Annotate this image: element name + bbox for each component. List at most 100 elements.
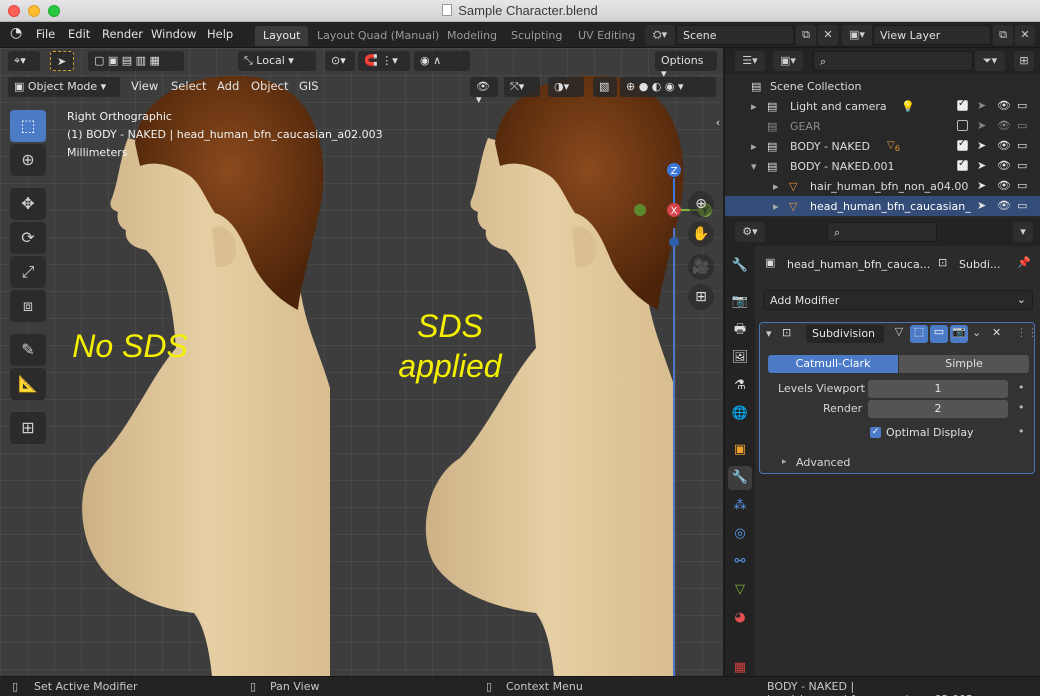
viewport-display-icon[interactable]: ▭	[930, 325, 948, 343]
tab-uv-editing[interactable]: UV Editing	[570, 26, 643, 46]
scene-tab-icon[interactable]: ⚗	[728, 374, 752, 398]
proportional-edit-icon[interactable]: ◉ ∧	[414, 51, 470, 71]
outliner-row-selected[interactable]: ▸ ▽ head_human_bfn_caucasian_ ➤ 👁 ▭	[725, 196, 1040, 216]
add-cube-tool[interactable]: ⊞	[10, 412, 46, 444]
eye-icon[interactable]: 👁	[997, 139, 1011, 152]
eye-icon[interactable]: 👁	[997, 179, 1011, 192]
tab-modeling[interactable]: Modeling	[439, 26, 505, 46]
cursor-tool[interactable]: ⊕	[10, 144, 46, 176]
menu-select[interactable]: Select	[171, 79, 206, 93]
modifier-tab-icon[interactable]: 🔧	[728, 466, 752, 490]
display-mode-icon[interactable]: ▣▾	[773, 51, 803, 71]
tab-layout-quad[interactable]: Layout Quad (Manual)	[309, 26, 447, 46]
render-levels-field[interactable]: 2	[868, 400, 1008, 418]
visibility-icon[interactable]: 👁▾	[470, 77, 498, 106]
filter-icon[interactable]: ⏷▾	[975, 51, 1005, 71]
simple-option[interactable]: Simple	[899, 355, 1029, 373]
tool-tab-icon[interactable]: 🔧	[728, 254, 752, 278]
tab-layout[interactable]: Layout	[255, 26, 309, 46]
constraints-tab-icon[interactable]: ⚯	[728, 550, 752, 574]
menu-view[interactable]: View	[131, 79, 158, 93]
expand-arrow-icon[interactable]: ▸	[782, 457, 787, 467]
menu-edit[interactable]: Edit	[68, 27, 90, 41]
select-tool-icon[interactable]: ➤	[50, 51, 74, 71]
view-layer-tab-icon[interactable]: 🖼	[728, 346, 752, 370]
outliner-search-input[interactable]: ⌕	[813, 51, 973, 71]
menu-gis[interactable]: GIS	[299, 79, 319, 93]
move-tool[interactable]: ✥	[10, 188, 46, 220]
camera-view-icon[interactable]: 🎥	[688, 254, 714, 280]
add-modifier-dropdown[interactable]: Add Modifier ⌄	[763, 290, 1033, 310]
scene-selector-icon[interactable]: ⛭▾	[645, 25, 675, 45]
edit-mode-icon[interactable]: ⬚	[910, 325, 928, 343]
edit-mode-cage-icon[interactable]: ▽	[890, 325, 908, 343]
render-monitor-icon[interactable]: ▭	[1017, 99, 1027, 112]
scale-tool[interactable]: ⤢	[10, 256, 46, 288]
select-icon[interactable]: ➤	[977, 139, 986, 152]
output-tab-icon[interactable]: 🖶	[728, 318, 752, 342]
new-scene-icon[interactable]: ⧉	[796, 25, 816, 45]
sidebar-toggle-icon[interactable]: ‹	[712, 110, 723, 136]
overlay-toggle-icon[interactable]: ◑▾	[548, 77, 584, 97]
rotate-tool[interactable]: ⟳	[10, 222, 46, 254]
ortho-grid-icon[interactable]: ⊞	[688, 284, 714, 310]
select-icon[interactable]: ➤	[977, 119, 986, 132]
select-icon[interactable]: ➤	[977, 179, 986, 192]
levels-viewport-field[interactable]: 1	[868, 380, 1008, 398]
exclude-checkbox[interactable]	[957, 120, 968, 131]
render-tab-icon[interactable]: 📷	[728, 290, 752, 314]
selection-mode-icons[interactable]: ▢ ▣ ▤ ▥ ▦	[88, 51, 184, 71]
new-collection-icon[interactable]: ⊞	[1014, 51, 1034, 71]
optimal-display-checkbox[interactable]: ✓	[870, 427, 881, 438]
render-monitor-icon[interactable]: ▭	[1017, 159, 1027, 172]
render-monitor-icon[interactable]: ▭	[1017, 139, 1027, 152]
expand-arrow-icon[interactable]: ▸	[773, 180, 779, 193]
outliner-row[interactable]: ▾ ▤ BODY - NAKED.001 ➤ 👁 ▭	[725, 156, 1040, 176]
properties-editor-icon[interactable]: ⚙▾	[735, 222, 765, 242]
expand-arrow-icon[interactable]: ▸	[751, 100, 757, 113]
tab-sculpting[interactable]: Sculpting	[503, 26, 570, 46]
menu-help[interactable]: Help	[207, 27, 233, 41]
outliner-row[interactable]: ▤ GEAR ➤ 👁 ▭	[725, 116, 1040, 136]
menu-object[interactable]: Object	[251, 79, 288, 93]
view-layer-field[interactable]: View Layer	[873, 25, 991, 45]
outliner-root[interactable]: ▤ Scene Collection	[725, 76, 1040, 96]
expand-arrow-icon[interactable]: ▸	[751, 140, 757, 153]
measure-tool[interactable]: 📐	[10, 368, 46, 400]
render-monitor-icon[interactable]: ▭	[1017, 199, 1027, 212]
advanced-subpanel-label[interactable]: Advanced	[796, 456, 850, 469]
editor-type-icon[interactable]: ⌖▾	[8, 51, 40, 71]
keyframe-dot-icon[interactable]: •	[1018, 381, 1025, 394]
chevron-down-icon[interactable]: ⌄	[972, 326, 981, 339]
zoom-icon[interactable]: ⊕	[688, 191, 714, 217]
select-box-tool[interactable]: ⬚	[10, 110, 46, 142]
collapse-arrow-icon[interactable]: ▾	[751, 160, 757, 173]
shading-mode-icons[interactable]: ⊕ ● ◐ ◉ ▾	[620, 77, 716, 97]
close-icon[interactable]: ✕	[992, 326, 1001, 339]
pivot-point-icon[interactable]: ⊙▾	[325, 51, 355, 71]
delete-scene-icon[interactable]: ✕	[818, 25, 838, 45]
exclude-checkbox[interactable]	[957, 138, 968, 151]
render-camera-icon[interactable]: 📷	[950, 325, 968, 343]
xray-icon[interactable]: ▧	[593, 77, 617, 97]
annotate-tool[interactable]: ✎	[10, 334, 46, 366]
select-icon[interactable]: ➤	[977, 159, 986, 172]
transform-tool[interactable]: ⧈	[10, 290, 46, 322]
new-view-layer-icon[interactable]: ⧉	[993, 25, 1013, 45]
transform-orientation-dropdown[interactable]: ⤡ Local ▾	[238, 51, 316, 71]
menu-window[interactable]: Window	[151, 27, 196, 41]
exclude-checkbox[interactable]	[957, 158, 968, 171]
data-tab-icon[interactable]: ▽	[728, 578, 752, 602]
eye-icon[interactable]: 👁	[997, 199, 1011, 212]
delete-view-layer-icon[interactable]: ✕	[1015, 25, 1035, 45]
modifier-name-field[interactable]: Subdivision	[806, 325, 884, 343]
select-icon[interactable]: ➤	[977, 199, 986, 212]
collapse-arrow-icon[interactable]: ▾	[766, 327, 772, 340]
keyframe-dot-icon[interactable]: •	[1018, 425, 1025, 438]
drag-handle-icon[interactable]: ⋮⋮	[1016, 326, 1038, 339]
3d-viewport[interactable]: ⌖▾ ➤ ▢ ▣ ▤ ▥ ▦ ⤡ Local ▾ ⊙▾ 🧲 ⋮▾ ◉ ∧ Opt…	[0, 48, 723, 676]
physics-tab-icon[interactable]: ◎	[728, 522, 752, 546]
properties-search-input[interactable]: ⌕	[827, 222, 937, 242]
exclude-checkbox[interactable]	[957, 98, 968, 111]
gizmo-toggle-icon[interactable]: ⤧▾	[504, 77, 540, 97]
